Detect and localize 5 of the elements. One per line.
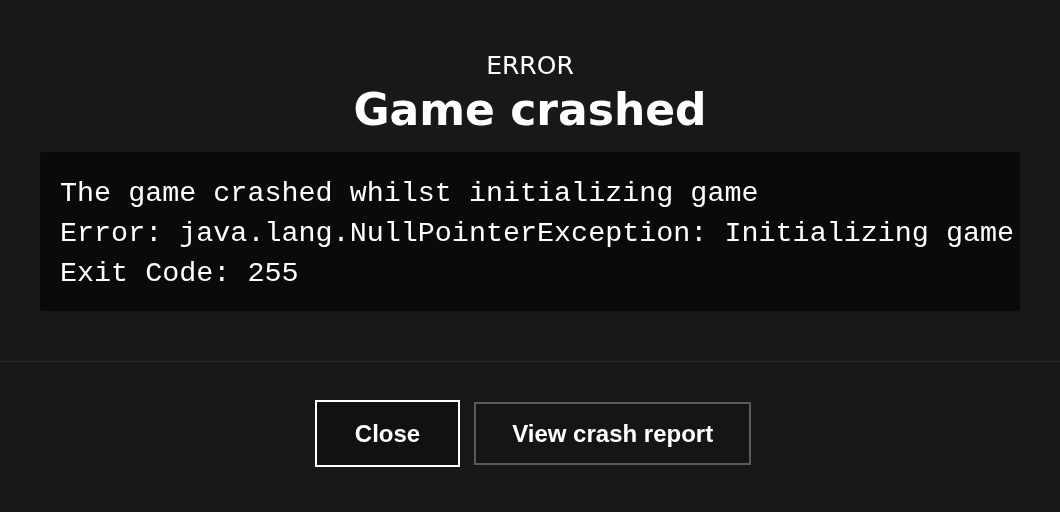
dialog-button[interactable]: View crash report bbox=[474, 402, 752, 465]
dialog-button[interactable]: Close bbox=[314, 400, 461, 467]
error-log: The game crashed whilst initializing game Error: java.lang.NullPointerException: Initializing game Exit Code: 255 bbox=[40, 152, 1020, 311]
dialog-title: Game crashed bbox=[353, 84, 707, 136]
dialog-kicker: ERROR bbox=[486, 50, 574, 82]
